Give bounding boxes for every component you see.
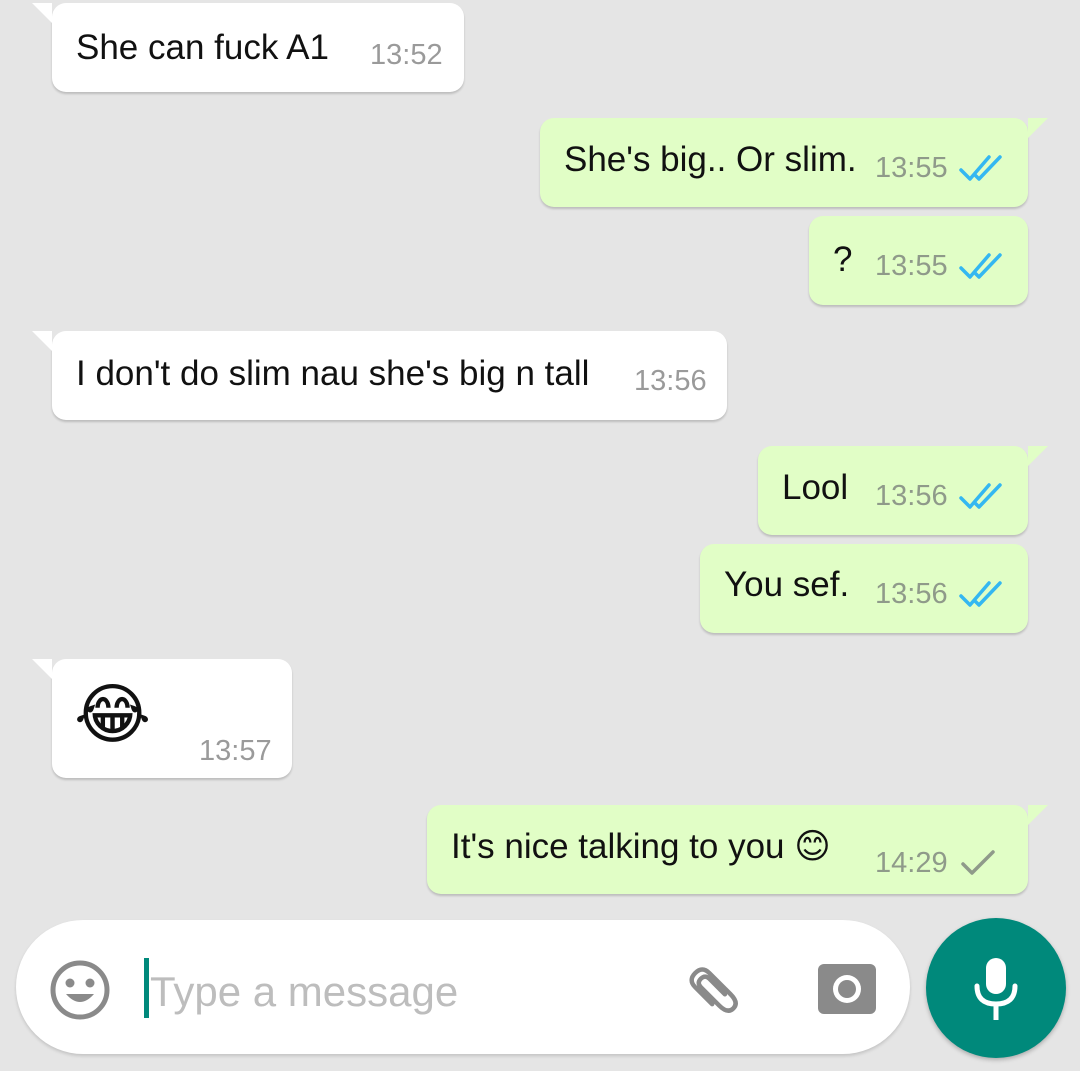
- bubble-tail: [32, 659, 52, 679]
- single-check-sent-icon: [961, 850, 995, 875]
- message-text: I don't do slim nau she's big n tall: [76, 354, 590, 393]
- message-text: Lool: [782, 468, 849, 507]
- attachment-icon[interactable]: [682, 960, 748, 1020]
- message-time: 13:56: [875, 480, 948, 512]
- message-time: 13:57: [199, 735, 272, 767]
- message-text: ?: [833, 240, 853, 279]
- microphone-button[interactable]: [926, 918, 1066, 1058]
- bubble-tail: [32, 331, 52, 351]
- message-bubble-outgoing[interactable]: ? 13:55: [809, 216, 1028, 305]
- microphone-icon: [974, 958, 1018, 1020]
- camera-icon[interactable]: [816, 960, 878, 1018]
- bubble-tail: [1028, 446, 1048, 466]
- message-bubble-outgoing[interactable]: It's nice talking to you 😊 14:29: [427, 805, 1048, 894]
- message-text: She's big.. Or slim.: [564, 140, 857, 179]
- message-text: It's nice talking to you 😊: [451, 827, 831, 866]
- message-bubble-outgoing[interactable]: Lool 13:56: [758, 446, 1048, 535]
- double-check-read-icon: [959, 581, 1002, 607]
- double-check-read-icon: [959, 155, 1002, 181]
- message-input[interactable]: [150, 962, 650, 1022]
- bubble-tail: [32, 3, 52, 23]
- message-time: 14:29: [875, 847, 948, 879]
- message-time: 13:55: [875, 250, 948, 282]
- message-time: 13:52: [370, 39, 443, 71]
- double-check-read-icon: [959, 253, 1002, 279]
- message-bubble-outgoing[interactable]: She's big.. Or slim. 13:55: [540, 118, 1048, 207]
- bubble-tail: [1028, 118, 1048, 138]
- text-caret: [144, 958, 149, 1018]
- message-text: You sef.: [724, 565, 850, 604]
- message-text: 😂: [74, 677, 152, 751]
- double-check-read-icon: [959, 483, 1002, 509]
- message-bubble-incoming[interactable]: 😂 13:57: [32, 659, 292, 778]
- bubble-tail: [1028, 805, 1048, 825]
- message-bubble-incoming[interactable]: I don't do slim nau she's big n tall 13:…: [32, 331, 727, 420]
- message-time: 13:56: [875, 578, 948, 610]
- message-bubble-outgoing[interactable]: You sef. 13:56: [700, 544, 1028, 633]
- message-bubble-incoming[interactable]: She can fuck A1 13:52: [32, 3, 464, 92]
- message-text: She can fuck A1: [76, 28, 329, 67]
- message-time: 13:56: [634, 365, 707, 397]
- message-time: 13:55: [875, 152, 948, 184]
- emoji-icon[interactable]: [48, 958, 112, 1022]
